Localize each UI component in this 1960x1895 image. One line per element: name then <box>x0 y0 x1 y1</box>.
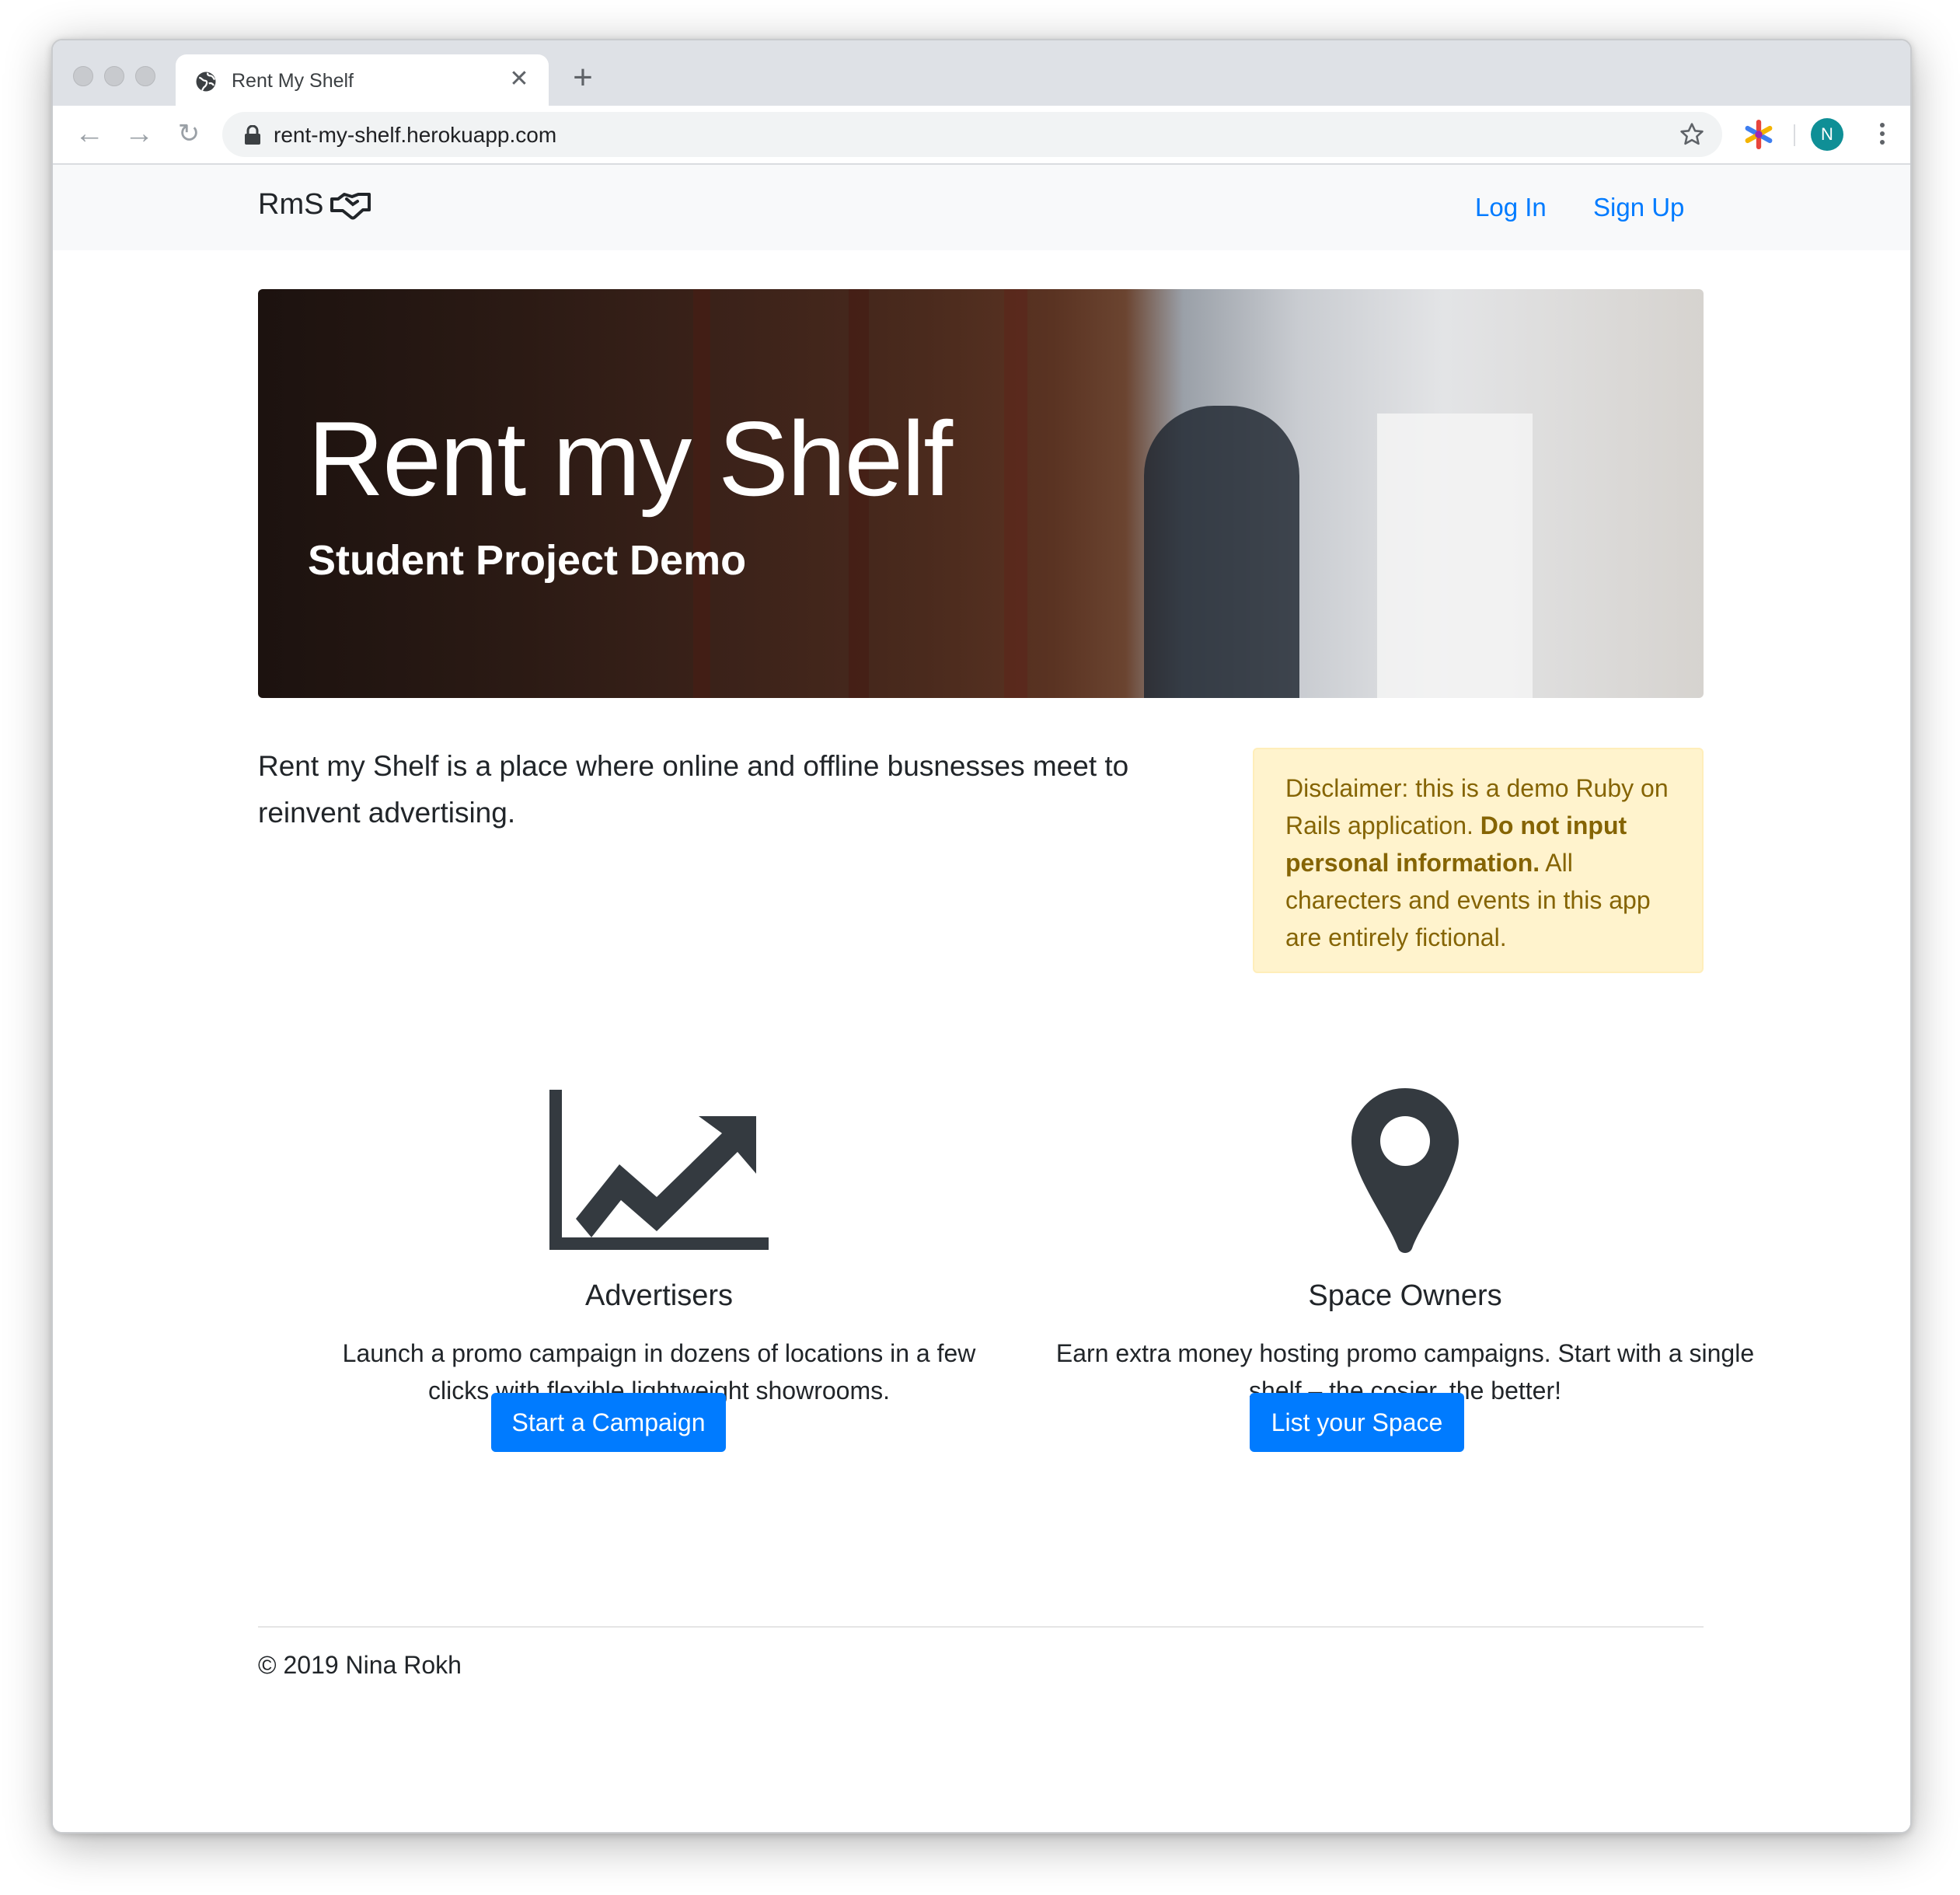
browser-window: Rent My Shelf ✕ + ← → ↻ rent-my-shelf.he… <box>51 39 1912 1834</box>
tab-title: Rent My Shelf <box>232 70 354 92</box>
hero-person-silhouette <box>1144 406 1299 698</box>
list-space-button[interactable]: List your Space <box>1250 1393 1464 1452</box>
footer-divider <box>258 1626 1704 1628</box>
login-link[interactable]: Log In <box>1475 193 1547 222</box>
chart-line-icon <box>549 1090 769 1250</box>
footer-copyright: © 2019 Nina Rokh <box>258 1651 462 1679</box>
maximize-window-button[interactable] <box>135 66 155 86</box>
browser-toolbar: ← → ↻ rent-my-shelf.herokuapp.com N <box>53 106 1910 165</box>
feature-title: Space Owners <box>1308 1279 1502 1312</box>
hero-fridge-shape <box>1377 414 1533 698</box>
feature-title: Advertisers <box>584 1279 734 1312</box>
map-marker-icon <box>1351 1088 1459 1253</box>
reload-icon[interactable]: ↻ <box>173 118 205 151</box>
address-bar[interactable]: rent-my-shelf.herokuapp.com <box>222 112 1722 157</box>
profile-avatar[interactable]: N <box>1811 118 1843 151</box>
browser-tab[interactable]: Rent My Shelf ✕ <box>176 54 549 107</box>
browser-menu-icon[interactable] <box>1871 120 1893 149</box>
hero-jumbotron: Rent my Shelf Student Project Demo <box>258 289 1704 698</box>
hero-subtitle: Student Project Demo <box>308 537 747 584</box>
site-navbar: RmS Log In Sign Up <box>53 165 1910 250</box>
start-campaign-button[interactable]: Start a Campaign <box>491 1393 726 1452</box>
globe-icon <box>196 72 216 92</box>
url-text: rent-my-shelf.herokuapp.com <box>274 123 557 147</box>
feature-space-owners: Space Owners Earn extra money hosting pr… <box>1055 1087 1755 1409</box>
disclaimer-alert: Disclaimer: this is a demo Ruby on Rails… <box>1253 748 1704 973</box>
toolbar-separator <box>1794 124 1795 146</box>
extension-icon[interactable] <box>1744 120 1773 149</box>
brand-link[interactable]: RmS <box>258 188 371 222</box>
lock-icon <box>245 125 260 145</box>
close-window-button[interactable] <box>73 66 93 86</box>
hero-title: Rent my Shelf <box>308 400 953 518</box>
brand-text: RmS <box>258 188 324 221</box>
forward-icon[interactable]: → <box>123 118 155 151</box>
close-tab-icon[interactable]: ✕ <box>505 65 533 93</box>
minimize-window-button[interactable] <box>104 66 124 86</box>
page-viewport: RmS Log In Sign Up Rent my Shelf Student… <box>53 165 1910 1832</box>
handshake-icon <box>330 192 371 219</box>
intro-lead: Rent my Shelf is a place where online an… <box>258 750 1129 829</box>
bookmark-star-icon[interactable] <box>1679 121 1705 148</box>
back-icon[interactable]: ← <box>73 118 106 151</box>
new-tab-button[interactable]: + <box>566 61 600 96</box>
signup-link[interactable]: Sign Up <box>1593 193 1684 222</box>
hero-shelf-post <box>1004 289 1027 698</box>
feature-advertisers: Advertisers Launch a promo campaign in d… <box>309 1087 1009 1409</box>
tab-strip: Rent My Shelf ✕ + <box>53 40 1910 107</box>
